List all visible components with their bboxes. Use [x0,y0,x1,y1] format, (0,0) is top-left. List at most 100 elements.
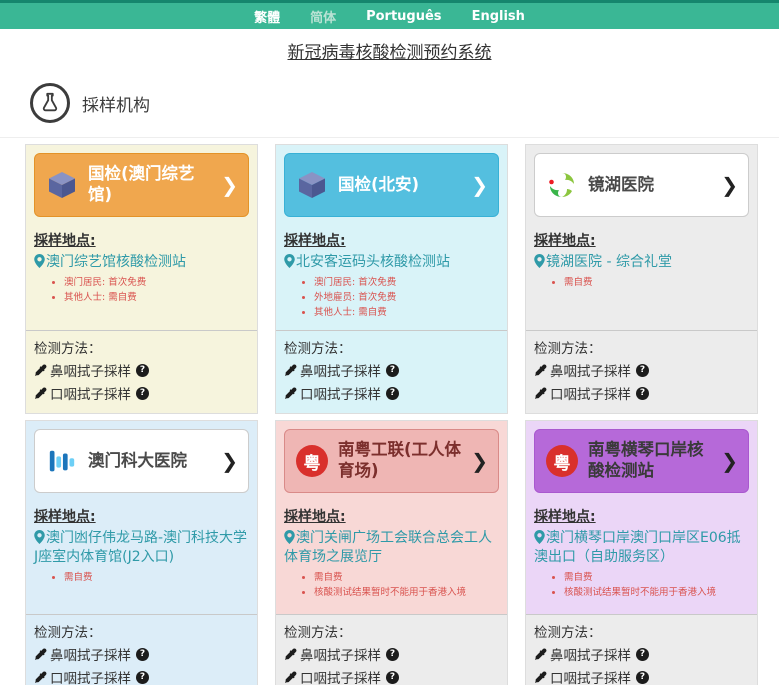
location-pin-icon [34,530,45,544]
fee-notes: 需自费 核酸测试结果暂时不能用于香港入境 [314,570,499,600]
card-footer: 检测方法： 鼻咽拭子採样 ? 口咽拭子採样 ? [526,330,757,413]
card-body: 採样地点: 澳门关闸广场工会联合总会工人体育场之展览厅 需自费 核酸测试结果暂时… [276,501,507,614]
fee-note: 需自费 [564,570,749,585]
nam-yue-seal-logo: 粤 [295,444,329,478]
org-card-header[interactable]: 粤 南粤横琴口岸核酸检测站 ❯ [534,429,749,493]
org-card-guojian-forum: 国检(澳门综艺馆) ❯ 採样地点: 澳门综艺馆核酸检测站 澳门居民: 首次免费 … [25,144,258,414]
dropper-icon [35,648,47,660]
methods-label: 检测方法： [284,625,352,641]
title-bar: 新冠病毒核酸检测预约系统 [0,38,779,63]
location-pin-icon [284,254,295,268]
org-name: 南粤横琴口岸核酸检测站 [588,440,704,480]
sampling-address-link[interactable]: 北安客运码头核酸检测站 [284,253,499,272]
chevron-right-icon: ❯ [471,173,488,197]
org-card-kiangwu: 镜湖医院 ❯ 採样地点: 镜湖医院 - 综合礼堂 需自费 检测方法： 鼻咽拭子採… [525,144,758,414]
page-title[interactable]: 新冠病毒核酸检测预约系统 [288,43,492,63]
methods-label: 检测方法： [34,341,102,357]
card-footer: 检测方法： 鼻咽拭子採样 ? 口咽拭子採样 ? [276,614,507,685]
cube-icon [295,168,329,202]
dropper-icon [35,364,47,376]
method-oral: 口咽拭子採样 ? [284,667,499,685]
fee-note: 核酸测试结果暂时不能用于香港入境 [564,585,749,600]
question-circle-icon[interactable]: ? [386,670,399,684]
org-card-namyue-stadium: 粤 南粤工联(工人体育场) ❯ 採样地点: 澳门关闸广场工会联合总会工人体育场之… [275,420,508,685]
methods-label: 检测方法： [534,341,602,357]
dropper-icon [535,671,547,683]
question-circle-icon[interactable]: ? [386,647,399,661]
flask-icon [30,83,70,123]
method-oral: 口咽拭子採样 ? [34,667,249,685]
question-circle-icon[interactable]: ? [636,386,649,400]
sampling-address-link[interactable]: 澳门关闸广场工会联合总会工人体育场之展览厅 [284,529,499,567]
card-footer: 检测方法： 鼻咽拭子採样 ? 口咽拭子採样 ? [26,614,257,685]
section-divider [0,137,779,138]
methods-label: 检测方法： [34,625,102,641]
question-circle-icon[interactable]: ? [386,386,399,400]
method-nasal: 鼻咽拭子採样 ? [534,644,749,664]
location-label: 採样地点: [34,233,96,249]
fee-notes: 需自费 [564,275,749,290]
method-nasal: 鼻咽拭子採样 ? [284,360,499,380]
org-card-header[interactable]: 澳门科大医院 ❯ [34,429,249,493]
fee-notes: 需自费 [64,570,249,585]
lang-simplified[interactable]: 简体 [310,7,336,26]
org-card-header[interactable]: 国检(北安) ❯ [284,153,499,217]
question-circle-icon[interactable]: ? [636,647,649,661]
location-label: 採样地点: [534,233,596,249]
lang-traditional[interactable]: 繁體 [254,7,280,26]
lang-english[interactable]: English [472,9,525,24]
sampling-address-link[interactable]: 澳门凼仔伟龙马路-澳门科技大学J座室内体育馆(J2入口) [34,529,249,567]
sampling-address-link[interactable]: 澳门横琴口岸澳门口岸区E06抵澳出口（自助服务区） [534,529,749,567]
kiangwu-hospital-logo [545,168,579,202]
question-circle-icon[interactable]: ? [636,670,649,684]
sampling-address-link[interactable]: 澳门综艺馆核酸检测站 [34,253,249,272]
method-oral: 口咽拭子採样 ? [534,383,749,403]
chevron-right-icon: ❯ [221,449,238,473]
section-title: 採样机构 [82,95,150,116]
org-card-grid: 国检(澳门综艺馆) ❯ 採样地点: 澳门综艺馆核酸检测站 澳门居民: 首次免费 … [25,144,779,685]
question-circle-icon[interactable]: ? [386,363,399,377]
methods-label: 检测方法： [284,341,352,357]
fee-note: 需自费 [64,570,249,585]
method-nasal: 鼻咽拭子採样 ? [34,360,249,380]
methods-label: 检测方法： [534,625,602,641]
org-card-header[interactable]: 镜湖医院 ❯ [534,153,749,217]
location-pin-icon [284,530,295,544]
org-card-header[interactable]: 粤 南粤工联(工人体育场) ❯ [284,429,499,493]
question-circle-icon[interactable]: ? [136,647,149,661]
dropper-icon [285,387,297,399]
must-hospital-logo [45,444,79,478]
location-label: 採样地点: [534,509,596,525]
dropper-icon [285,671,297,683]
sampling-address-link[interactable]: 镜湖医院 - 综合礼堂 [534,253,749,272]
location-pin-icon [34,254,45,268]
question-circle-icon[interactable]: ? [636,363,649,377]
question-circle-icon[interactable]: ? [136,363,149,377]
org-card-namyue-hengqin: 粤 南粤横琴口岸核酸检测站 ❯ 採样地点: 澳门横琴口岸澳门口岸区E06抵澳出口… [525,420,758,685]
fee-note: 澳门居民: 首次免费 [314,275,499,290]
question-circle-icon[interactable]: ? [136,670,149,684]
question-circle-icon[interactable]: ? [136,386,149,400]
lang-portuguese[interactable]: Português [366,9,441,24]
card-footer: 检测方法： 鼻咽拭子採样 ? 口咽拭子採样 ? [276,330,507,413]
org-name: 澳门科大医院 [88,450,187,470]
dropper-icon [35,671,47,683]
method-nasal: 鼻咽拭子採样 ? [284,644,499,664]
fee-notes: 澳门居民: 首次免费 其他人士: 需自费 [64,275,249,305]
fee-note: 核酸测试结果暂时不能用于香港入境 [314,585,499,600]
nam-yue-seal-logo: 粤 [545,444,579,478]
dropper-icon [535,364,547,376]
fee-note: 需自费 [564,275,749,290]
dropper-icon [535,648,547,660]
org-card-header[interactable]: 国检(澳门综艺馆) ❯ [34,153,249,217]
fee-note: 澳门居民: 首次免费 [64,275,249,290]
section-header: 採样机构 [30,83,779,123]
location-label: 採样地点: [284,509,346,525]
org-name: 国检(北安) [338,174,420,194]
dropper-icon [285,364,297,376]
card-footer: 检测方法： 鼻咽拭子採样 ? 口咽拭子採样 ? [26,330,257,413]
method-nasal: 鼻咽拭子採样 ? [534,360,749,380]
fee-notes: 澳门居民: 首次免费 外地雇员: 首次免费 其他人士: 需自费 [314,275,499,321]
fee-note: 其他人士: 需自费 [64,290,249,305]
chevron-right-icon: ❯ [721,173,738,197]
